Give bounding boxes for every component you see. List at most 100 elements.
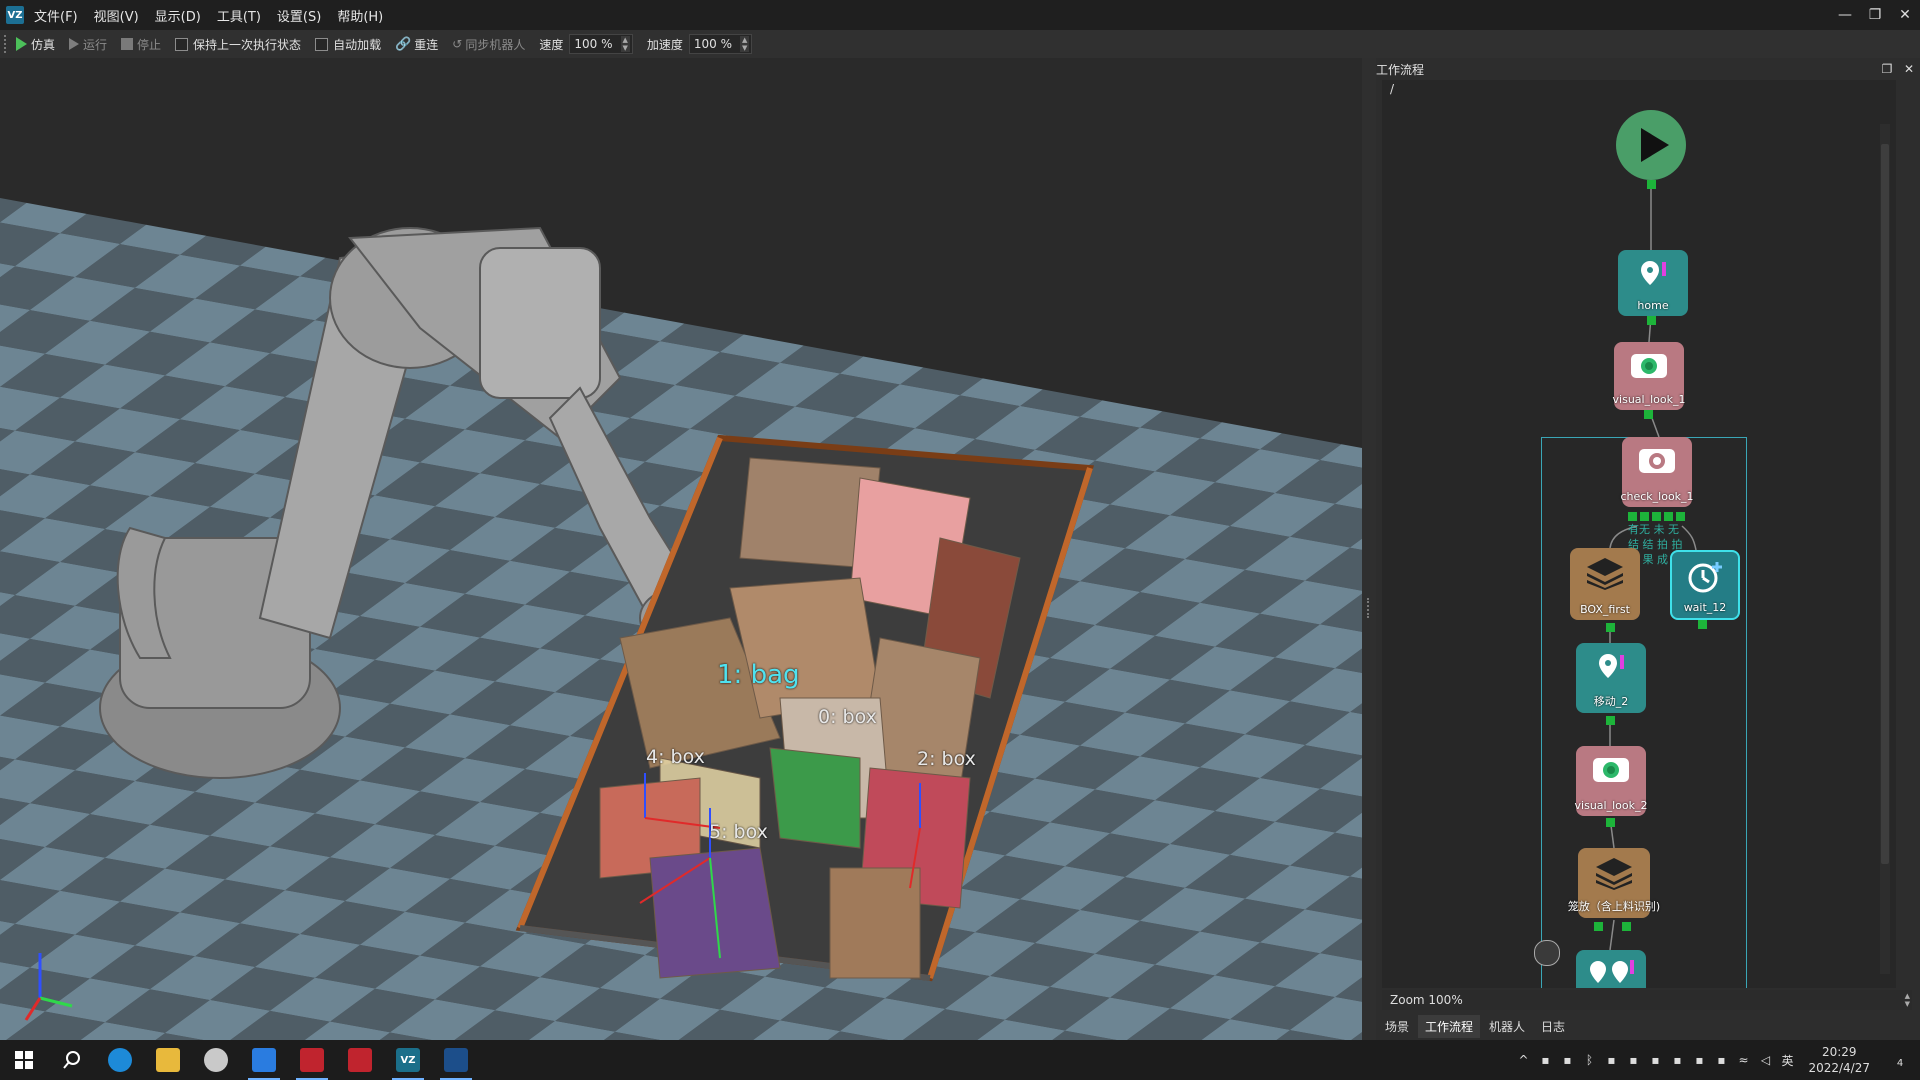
reconnect-button[interactable]: 🔗 重连 [395, 36, 438, 53]
menu-view[interactable]: 视图(V) [94, 6, 139, 25]
node-move-next[interactable] [1576, 950, 1646, 988]
run-button[interactable]: 运行 [69, 36, 107, 53]
play-icon [1641, 128, 1669, 162]
node-visual-look-2[interactable]: visual_look_2 [1575, 746, 1647, 816]
output-port[interactable] [1664, 512, 1673, 521]
node-label: 移动_2 [1593, 695, 1629, 708]
tab-robot[interactable]: 机器人 [1482, 1015, 1532, 1038]
tray-app-icon[interactable]: ▪ [1644, 1053, 1666, 1067]
accel-value: 100 % [693, 37, 733, 51]
volume-mute-icon[interactable]: ◁ [1754, 1053, 1776, 1067]
stop-label: 停止 [137, 37, 162, 52]
panel-splitter[interactable] [1362, 58, 1376, 1040]
output-port[interactable] [1606, 623, 1615, 632]
workflow-canvas[interactable]: / home visual_look_1 check_look_1 有无 未 无… [1382, 80, 1896, 988]
title-bar: VZ 文件(F) 视图(V) 显示(D) 工具(T) 设置(S) 帮助(H) —… [0, 0, 1920, 30]
output-port[interactable] [1606, 716, 1615, 725]
output-port[interactable] [1647, 180, 1656, 189]
windows-start-icon[interactable] [0, 1040, 48, 1080]
node-visual-look-1[interactable]: visual_look_1 [1613, 342, 1685, 410]
spin-arrows-icon[interactable]: ▲ ▼ [740, 36, 750, 52]
node-check-look-1[interactable]: check_look_1 [1620, 437, 1694, 507]
tab-scene[interactable]: 场景 [1378, 1015, 1416, 1038]
clock-time: 20:29 [1821, 1045, 1857, 1059]
output-port[interactable] [1628, 512, 1637, 521]
vz-app-icon[interactable]: VZ [384, 1040, 432, 1080]
output-port[interactable] [1644, 410, 1653, 419]
vision-app-icon[interactable] [432, 1040, 480, 1080]
tray-app-icon[interactable]: ▪ [1556, 1053, 1578, 1067]
panel-tabs: 场景 工作流程 机器人 日志 [1376, 1014, 1920, 1038]
tray-app-icon[interactable]: ▪ [1710, 1053, 1732, 1067]
output-port[interactable] [1640, 512, 1649, 521]
tray-app-icon[interactable]: ▪ [1666, 1053, 1688, 1067]
app-icon[interactable] [192, 1040, 240, 1080]
app-icon[interactable] [336, 1040, 384, 1080]
scene-viewport[interactable]: 1: bag 0: box 4: box 2: box 5: box [0, 58, 1362, 1040]
zoom-spin-icon[interactable]: ▲ ▼ [1905, 992, 1910, 1008]
output-port[interactable] [1622, 922, 1631, 931]
tray-app-icon[interactable]: ▪ [1534, 1053, 1556, 1067]
node-move-2[interactable]: 移动_2 [1576, 643, 1646, 713]
minimize-button[interactable]: — [1830, 0, 1860, 30]
chevron-up-icon[interactable]: ^ [1512, 1053, 1534, 1067]
stop-button[interactable]: 停止 [121, 36, 161, 53]
output-port[interactable] [1652, 512, 1661, 521]
app-icon[interactable] [288, 1040, 336, 1080]
menu-help[interactable]: 帮助(H) [337, 6, 383, 25]
search-icon[interactable] [48, 1040, 96, 1080]
node-place[interactable]: 笼放（含上料识别) [1568, 848, 1660, 918]
float-panel-icon[interactable]: ❐ [1876, 62, 1898, 76]
restore-button[interactable]: ❐ [1860, 0, 1890, 30]
simulate-label: 仿真 [31, 37, 56, 52]
spin-arrows-icon[interactable]: ▲ ▼ [620, 36, 630, 52]
tab-log[interactable]: 日志 [1534, 1015, 1572, 1038]
output-port[interactable] [1647, 316, 1656, 325]
camera-icon [1614, 350, 1684, 380]
node-home[interactable]: home [1618, 250, 1688, 316]
node-box-first[interactable]: BOX_first [1570, 548, 1640, 620]
toolbar-grip[interactable] [4, 35, 10, 53]
close-panel-icon[interactable]: ✕ [1898, 62, 1920, 76]
scrollbar-thumb[interactable] [1881, 144, 1889, 864]
edge-browser-icon[interactable] [96, 1040, 144, 1080]
ime-indicator[interactable]: 英 [1776, 1052, 1798, 1069]
camera-check-icon [1622, 445, 1692, 475]
detection-label-bag: 1: bag [717, 660, 800, 690]
workflow-title: 工作流程 [1376, 62, 1425, 77]
app-icon[interactable] [240, 1040, 288, 1080]
output-port[interactable] [1698, 620, 1707, 629]
layers-icon [1570, 556, 1640, 590]
run-icon [69, 38, 80, 50]
menu-file[interactable]: 文件(F) [34, 6, 78, 25]
bluetooth-icon[interactable]: ᛒ [1578, 1053, 1600, 1067]
tray-app-icon[interactable]: ▪ [1600, 1053, 1622, 1067]
speed-spinbox[interactable]: 100 % ▲ ▼ [569, 34, 633, 54]
layers-icon [1578, 856, 1650, 890]
output-port[interactable] [1676, 512, 1685, 521]
clock-date: 2022/4/27 [1808, 1061, 1870, 1075]
menu-settings[interactable]: 设置(S) [277, 6, 321, 25]
tray-app-icon[interactable]: ▪ [1622, 1053, 1644, 1067]
close-button[interactable]: ✕ [1890, 0, 1920, 30]
start-node[interactable] [1616, 110, 1686, 180]
workflow-scrollbar[interactable] [1880, 124, 1890, 974]
output-port[interactable] [1594, 922, 1603, 931]
file-explorer-icon[interactable] [144, 1040, 192, 1080]
auto-load-checkbox[interactable]: 自动加载 [315, 36, 381, 53]
clock[interactable]: 20:29 2022/4/27 [1808, 1044, 1870, 1076]
search-node-icon[interactable] [1534, 940, 1560, 966]
notification-center-icon[interactable]: 4 [1880, 1051, 1920, 1070]
tab-workflow[interactable]: 工作流程 [1418, 1014, 1481, 1038]
wifi-icon[interactable]: ≈ [1732, 1053, 1754, 1067]
nvidia-icon[interactable]: ▪ [1688, 1053, 1710, 1067]
keep-state-checkbox[interactable]: 保持上一次执行状态 [175, 36, 301, 53]
sync-robot-button[interactable]: ↺ 同步机器人 [452, 36, 525, 53]
accel-spinbox[interactable]: 100 % ▲ ▼ [688, 34, 753, 54]
accel-control: 加速度 100 % ▲ ▼ [647, 34, 753, 54]
node-wait-12[interactable]: wait_12 [1670, 550, 1740, 620]
menu-display[interactable]: 显示(D) [155, 6, 201, 25]
simulate-button[interactable]: 仿真 [16, 36, 55, 53]
output-port[interactable] [1606, 818, 1615, 827]
menu-tools[interactable]: 工具(T) [217, 6, 261, 25]
